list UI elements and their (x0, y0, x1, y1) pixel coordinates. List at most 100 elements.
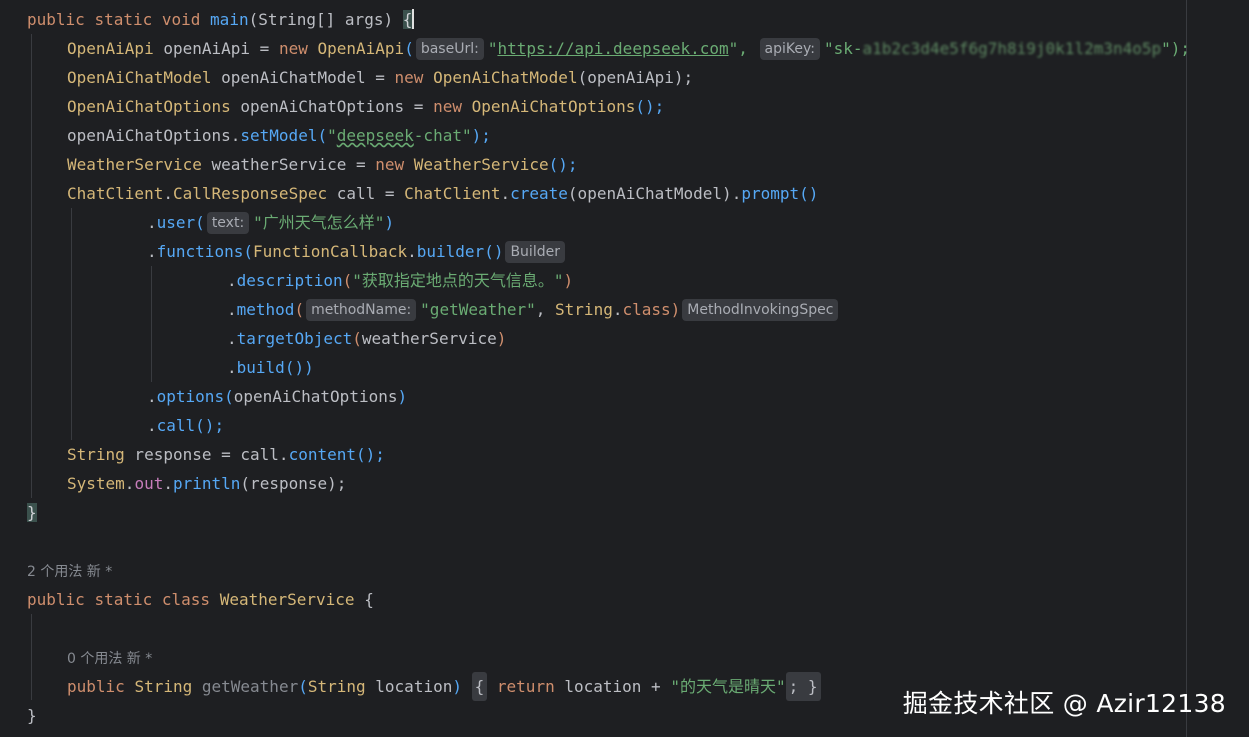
type: CallResponseSpec (172, 184, 328, 203)
watermark: 掘金技术社区 @ Azir12138 (902, 689, 1226, 718)
punct: ( (317, 126, 328, 145)
code-line[interactable]: .call(); (147, 411, 224, 440)
punct: . (227, 271, 237, 290)
indent-guide (31, 34, 32, 498)
punct: ()) (284, 358, 314, 377)
method-name: description (236, 271, 343, 290)
type: OpenAiApi (317, 39, 405, 58)
folded-body[interactable]: { (471, 672, 488, 701)
method-name: main (210, 10, 249, 29)
code-line[interactable]: } (27, 498, 37, 527)
indent-guide (71, 208, 72, 440)
code-line[interactable]: .targetObject(weatherService) (227, 324, 506, 353)
code-text: (openAiChatModel) (567, 184, 732, 203)
brace: { (474, 677, 485, 696)
code-text: (); (635, 97, 665, 116)
param: location (375, 677, 453, 696)
punct: ( (195, 213, 205, 232)
keyword: static (94, 10, 153, 29)
string-literal[interactable]: https://api.deepseek.com (497, 39, 728, 58)
code-line[interactable]: } (27, 701, 37, 730)
inlay-hint: Builder (505, 241, 565, 263)
punct: () (484, 242, 504, 261)
punct: ( (224, 387, 234, 406)
type: WeatherService (67, 155, 202, 174)
keyword: return (496, 677, 555, 696)
string-literal: "); (1161, 39, 1191, 58)
keyword: public (27, 590, 85, 609)
code-text: openAiChatOptions = (230, 97, 434, 116)
method-name: prompt (741, 184, 800, 203)
type: OpenAiApi (67, 39, 154, 58)
code-text: location (564, 677, 642, 696)
code-editor[interactable]: public static void main(String[] args) {… (0, 0, 1249, 737)
code-line[interactable]: openAiChatOptions.setModel("deepseek-cha… (67, 121, 491, 150)
punct: ( (248, 10, 259, 29)
punct: ( (404, 39, 414, 58)
keyword: new (375, 155, 405, 174)
type: String (307, 677, 366, 696)
code-line[interactable]: OpenAiChatOptions openAiChatOptions = ne… (67, 92, 664, 121)
string-literal: ", (728, 39, 758, 58)
usage-hint[interactable]: 2 个用法 新 * (27, 561, 112, 581)
punct: ( (298, 677, 308, 696)
keyword: class (622, 300, 671, 319)
keyword: new (433, 97, 462, 116)
method-name: content (288, 445, 356, 464)
code-line[interactable]: ChatClient.CallResponseSpec call = ChatC… (67, 179, 818, 208)
folded-body[interactable]: ; } (785, 672, 821, 701)
code-text: openAiChatOptions. (67, 126, 241, 145)
string-literal: "广州天气怎么样" (253, 213, 385, 232)
code-line[interactable]: OpenAiApi openAiApi = new OpenAiApi(base… (67, 34, 1190, 63)
punct: . (124, 474, 135, 493)
type: ChatClient (404, 184, 501, 203)
code-line[interactable]: .method(methodName: "getWeather", String.… (227, 295, 842, 324)
punct: . (407, 242, 417, 261)
text-caret (412, 9, 415, 29)
code-text: response = call. (124, 445, 289, 464)
code-text: openAiApi = (153, 39, 279, 58)
code-line[interactable]: .build()) (227, 353, 314, 382)
type: OpenAiChatOptions (471, 97, 636, 116)
type: OpenAiChatModel (433, 68, 578, 87)
field: out (134, 474, 164, 493)
punct: ) (397, 387, 408, 406)
punct: ) (670, 300, 681, 319)
brace: } (27, 503, 37, 522)
method-name: create (510, 184, 568, 203)
type: String (67, 445, 125, 464)
string-literal: -chat" (413, 126, 472, 145)
brace: { (402, 10, 413, 29)
code-line[interactable]: public String getWeather(String location… (67, 672, 821, 701)
right-margin-guide (1186, 0, 1187, 737)
punct: ) (383, 10, 394, 29)
code-line[interactable]: .user(text: "广州天气怎么样") (147, 208, 394, 237)
code-line[interactable]: public static void main(String[] args) { (27, 5, 415, 34)
indent-guide (31, 614, 32, 700)
method-name: options (156, 387, 225, 406)
punct: . (227, 358, 237, 377)
code-text: weatherService (361, 329, 497, 348)
punct: ( (243, 242, 253, 261)
code-line[interactable]: .functions(FunctionCallback.builder() Bui… (147, 237, 569, 266)
code-line[interactable]: .options(openAiChatOptions) (147, 382, 407, 411)
punct: ; (788, 677, 799, 696)
usage-hint[interactable]: 0 个用法 新 * (67, 648, 152, 668)
keyword: static (94, 590, 153, 609)
punct: (); (356, 445, 385, 464)
method-name: functions (156, 242, 244, 261)
code-line[interactable]: WeatherService weatherService = new Weat… (67, 150, 578, 179)
code-line[interactable]: OpenAiChatModel openAiChatModel = new Op… (67, 63, 693, 92)
code-line[interactable]: public static class WeatherService { (27, 585, 374, 614)
code-line[interactable]: System.out.println(response); (67, 469, 346, 498)
code-text: call = (327, 184, 405, 203)
code-text: openAiChatModel = (211, 68, 395, 87)
method-name: build (236, 358, 285, 377)
code-line[interactable]: .description("获取指定地点的天气信息。") (227, 266, 573, 295)
keyword: class (161, 590, 211, 609)
code-line[interactable]: String response = call.content(); (67, 440, 385, 469)
punct: . (163, 184, 173, 203)
string-literal: "获取指定地点的天气信息。" (352, 271, 564, 290)
punct: . (163, 474, 173, 493)
